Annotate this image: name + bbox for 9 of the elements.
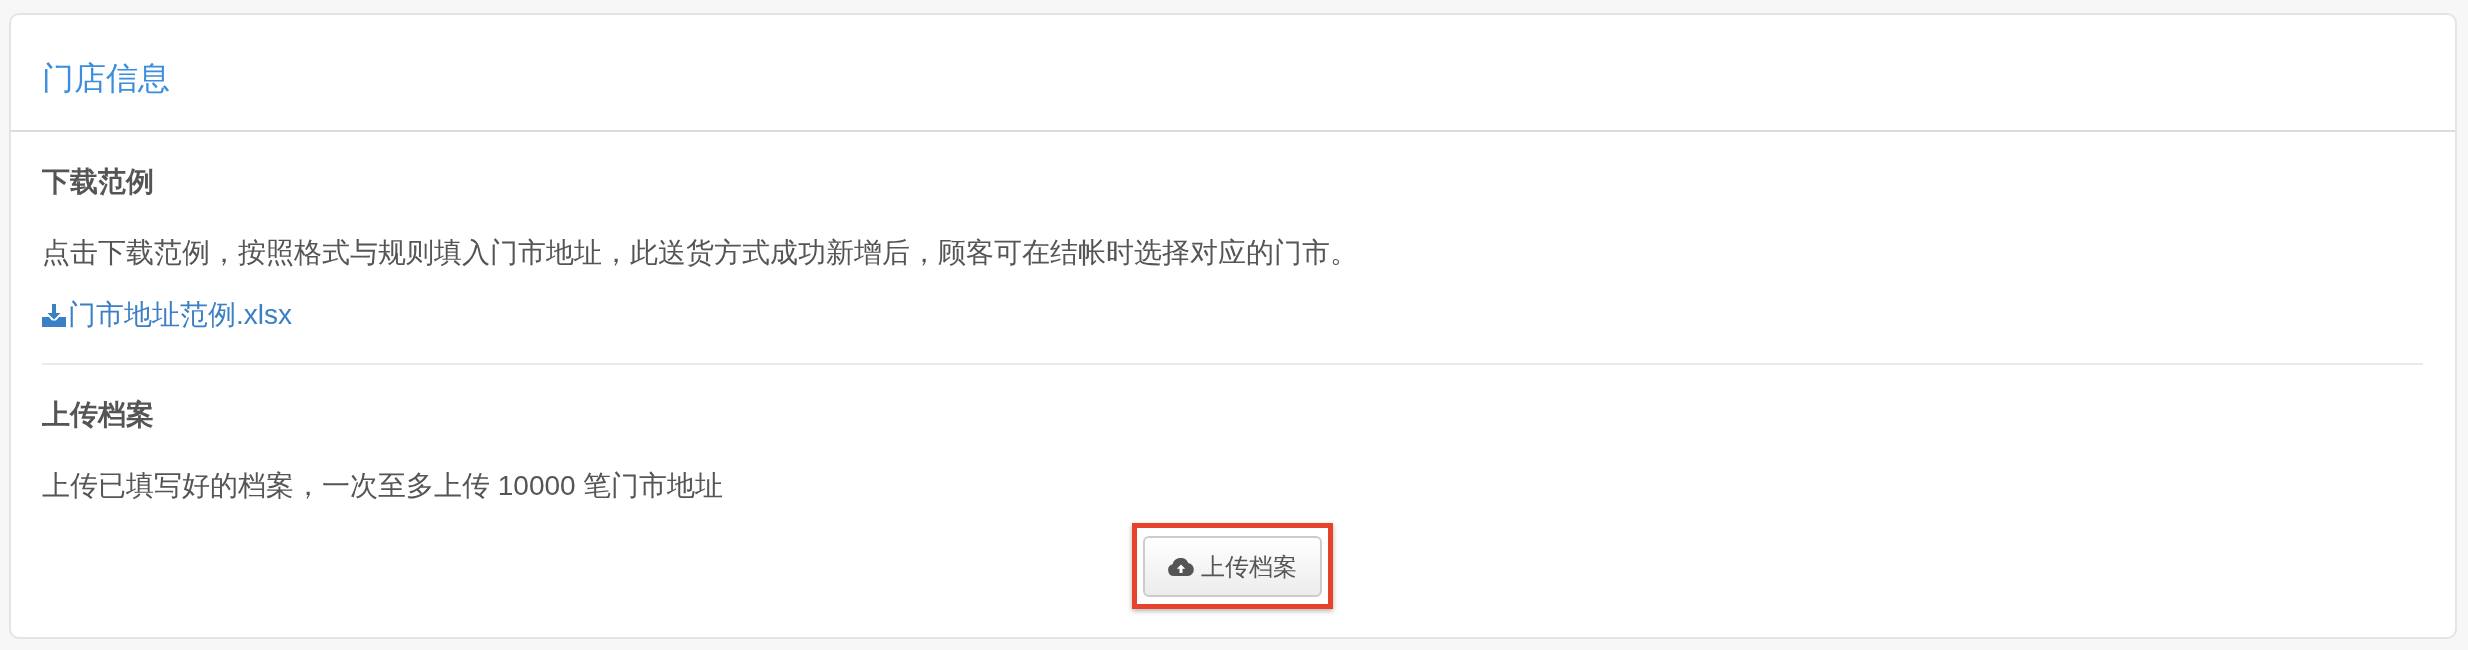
section-heading: 上传档案 bbox=[42, 398, 155, 432]
download-link[interactable]: 门市地址范例.xlsx bbox=[42, 295, 292, 335]
section-description: 上传已填写好的档案，一次至多上传 10000 笔门市地址 bbox=[42, 469, 725, 503]
section-heading: 下载范例 bbox=[42, 165, 155, 199]
cloud-upload-icon bbox=[1168, 557, 1194, 576]
upload-button[interactable]: 上传档案 bbox=[1143, 536, 1322, 597]
section-description: 点击下载范例，按照格式与规则填入门市地址，此送货方式成功新增后，顾客可在结帐时选择对应的门市。 bbox=[42, 236, 1359, 270]
download-icon bbox=[42, 303, 66, 327]
panel-title: 门店信息 bbox=[42, 59, 171, 98]
